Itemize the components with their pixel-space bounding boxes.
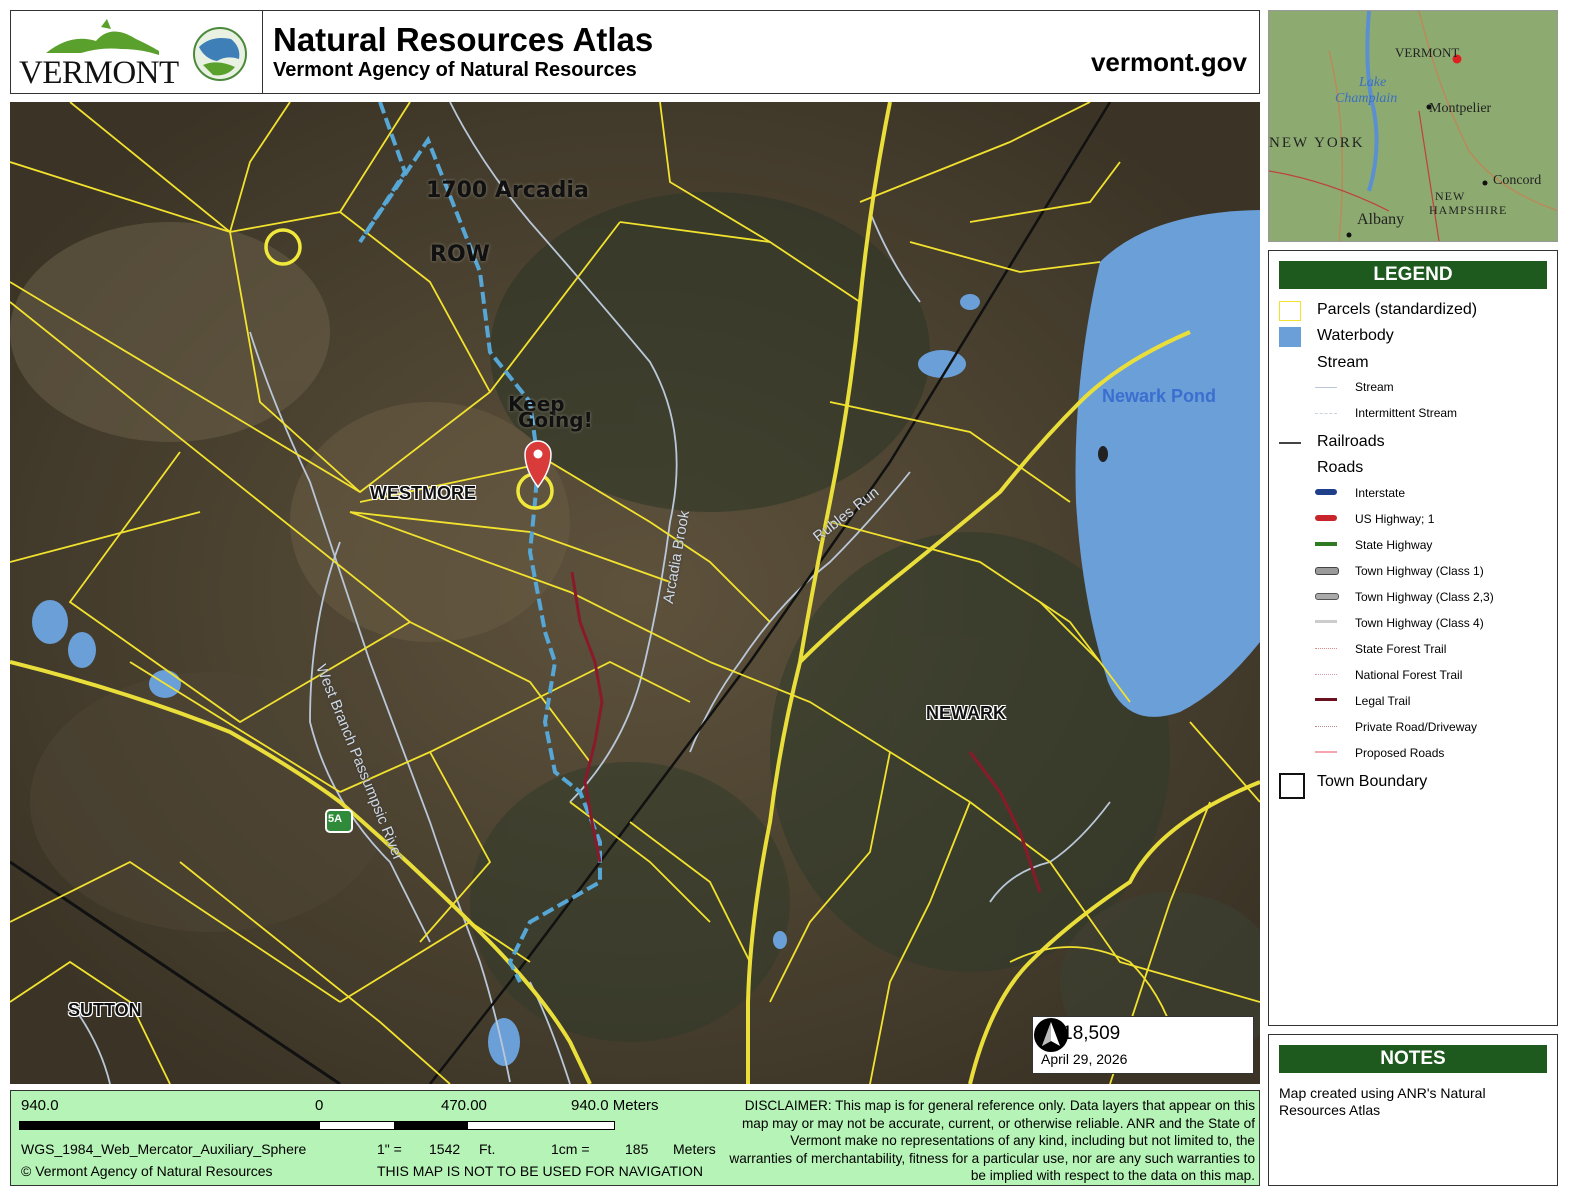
legend-item: US Highway; 1 bbox=[1269, 509, 1557, 529]
annotation-label: Going! bbox=[518, 408, 593, 432]
inset-map[interactable]: VERMONT Lake Champlain Montpelier NEW YO… bbox=[1268, 10, 1558, 242]
notes-panel: NOTES Map created using ANR's Natural Re… bbox=[1268, 1034, 1558, 1186]
scale-bar bbox=[19, 1121, 615, 1130]
legend-item: Legal Trail bbox=[1269, 691, 1557, 711]
legend-item: Town Boundary bbox=[1269, 773, 1557, 799]
legend-item: Parcels (standardized) bbox=[1269, 301, 1557, 321]
legend-item: Proposed Roads bbox=[1269, 743, 1557, 763]
inch-scale-unit: Ft. bbox=[479, 1141, 496, 1157]
scale-label-right: 940.0 Meters bbox=[571, 1097, 659, 1114]
logo-area: VERMONT bbox=[11, 11, 263, 93]
scale-label-mid: 470.00 bbox=[441, 1097, 487, 1114]
inset-label: Albany bbox=[1357, 211, 1405, 228]
cm-scale-unit: Meters bbox=[673, 1141, 716, 1157]
town-label: SUTTON bbox=[68, 1000, 142, 1020]
inset-label: Lake bbox=[1359, 75, 1387, 90]
map-graphics bbox=[10, 102, 1260, 1084]
scale-label-left: 940.0 bbox=[21, 1097, 59, 1114]
legend-item: State Highway bbox=[1269, 535, 1557, 555]
inch-scale-value: 1542 bbox=[429, 1141, 461, 1157]
inset-label: NEW bbox=[1435, 189, 1466, 203]
waterbody bbox=[960, 294, 980, 310]
legend-panel: LEGEND Parcels (standardized) Waterbody … bbox=[1268, 250, 1558, 1026]
legend-item: Interstate bbox=[1269, 483, 1557, 503]
vermont-wordmark: VERMONT bbox=[19, 55, 179, 91]
header: VERMONT Natural Resources Atlas Vermont … bbox=[10, 10, 1260, 94]
page-title: Natural Resources Atlas bbox=[273, 21, 654, 58]
navigation-warning: THIS MAP IS NOT TO BE USED FOR NAVIGATIO… bbox=[377, 1163, 703, 1179]
inset-label: Montpelier bbox=[1429, 101, 1492, 116]
legend-title: LEGEND bbox=[1279, 261, 1547, 289]
legend-item: Roads bbox=[1317, 459, 1364, 476]
cm-scale-value: 185 bbox=[625, 1141, 649, 1157]
waterbody bbox=[68, 632, 96, 668]
legend-item: Private Road/Driveway bbox=[1269, 717, 1557, 737]
inset-label: HAMPSHIRE bbox=[1429, 203, 1508, 217]
inch-scale-label: 1" = bbox=[377, 1141, 402, 1157]
site-link[interactable]: vermont.gov bbox=[1091, 47, 1247, 78]
legend-item: Railroads bbox=[1269, 433, 1557, 453]
anr-globe-icon bbox=[193, 27, 247, 81]
inset-label: Concord bbox=[1493, 173, 1542, 188]
town-label: NEWARK bbox=[926, 703, 1006, 723]
waterbody bbox=[773, 931, 787, 949]
scale-label-zero: 0 bbox=[315, 1097, 324, 1114]
waterbody-swatch bbox=[1279, 327, 1301, 347]
waterbody bbox=[32, 600, 68, 644]
annotation-label: ROW bbox=[430, 242, 490, 267]
copyright: © Vermont Agency of Natural Resources bbox=[21, 1163, 273, 1179]
pond-island bbox=[1098, 446, 1108, 462]
map-date: April 29, 2026 bbox=[1041, 1051, 1128, 1067]
route-shield-label: 5A bbox=[328, 813, 343, 825]
legend-item: Town Highway (Class 1) bbox=[1269, 561, 1557, 581]
waterbody bbox=[488, 1018, 520, 1066]
legend-item: Town Highway (Class 2,3) bbox=[1269, 587, 1557, 607]
projection-text: WGS_1984_Web_Mercator_Auxiliary_Sphere bbox=[21, 1141, 307, 1157]
town-label: WESTMORE bbox=[370, 483, 476, 503]
newark-pond bbox=[1075, 210, 1260, 717]
footer: 940.0 0 470.00 940.0 Meters WGS_1984_Web… bbox=[10, 1090, 1260, 1186]
vermont-logo-mountains-icon bbox=[46, 19, 159, 55]
waterbody bbox=[918, 350, 966, 378]
inset-label: NEW YORK bbox=[1269, 135, 1365, 151]
legend-item: Town Highway (Class 4) bbox=[1269, 613, 1557, 633]
legend-item: Stream bbox=[1317, 354, 1369, 371]
legend-item: National Forest Trail bbox=[1269, 665, 1557, 685]
legend-item: Intermittent Stream bbox=[1269, 403, 1557, 423]
north-arrow-icon bbox=[1034, 1018, 1068, 1052]
legend-item: Waterbody bbox=[1269, 327, 1557, 347]
legend-item: Stream bbox=[1269, 377, 1557, 397]
town-boundary-swatch bbox=[1279, 773, 1305, 799]
page-subtitle: Vermont Agency of Natural Resources bbox=[273, 59, 637, 81]
notes-title: NOTES bbox=[1279, 1045, 1547, 1073]
annotation-label: 1700 Arcadia bbox=[426, 178, 589, 203]
scale-box: 1: 18,509 April 29, 2026 bbox=[1032, 1016, 1254, 1074]
notes-text: Map created using ANR's Natural Resource… bbox=[1279, 1085, 1486, 1118]
legend-item: State Forest Trail bbox=[1269, 639, 1557, 659]
map-canvas[interactable]: 1700 Arcadia ROW Keep Going! WESTMORE NE… bbox=[10, 102, 1260, 1084]
waterbody-label: Newark Pond bbox=[1102, 386, 1217, 406]
disclaimer: DISCLAIMER: This map is for general refe… bbox=[729, 1098, 1255, 1183]
inset-label: Champlain bbox=[1335, 91, 1398, 106]
cm-scale-label: 1cm = bbox=[551, 1141, 590, 1157]
inset-label: VERMONT bbox=[1395, 45, 1460, 60]
parcel-swatch bbox=[1279, 301, 1301, 321]
